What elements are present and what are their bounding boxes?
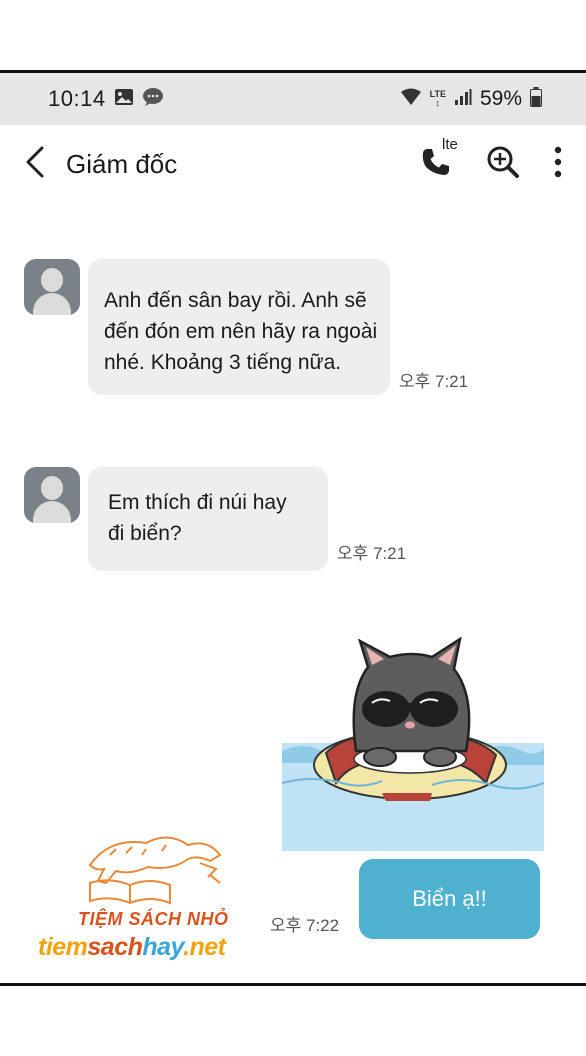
watermark-url-part: sach bbox=[87, 933, 143, 961]
signal-icon bbox=[454, 88, 472, 111]
header-actions: lte bbox=[420, 136, 562, 184]
message-bubble[interactable]: Anh đến sân bay rồi. Anh sẽ đến đón em n… bbox=[88, 259, 390, 395]
watermark: TIỆM SÁCH NHỎ tiemsachhay.net bbox=[30, 825, 250, 983]
message-timestamp: 오후 7:21 bbox=[399, 372, 469, 391]
incoming-message: Em thích đi núi hay đi biển? bbox=[24, 467, 328, 571]
message-timestamp: 오후 7:22 bbox=[270, 916, 340, 935]
status-right: LTE ↕ 59% bbox=[400, 86, 542, 112]
watermark-url: tiemsachhay.net bbox=[38, 933, 226, 962]
conversation-header: Giám đốc lte bbox=[0, 125, 586, 203]
phone-screen: 10:14 LTE ↕ 59% Giám đốc lte Anh đến sân… bbox=[0, 70, 586, 986]
contact-name[interactable]: Giám đốc bbox=[66, 149, 420, 180]
status-left: 10:14 bbox=[48, 86, 164, 112]
message-line: đi biển? bbox=[108, 522, 182, 545]
watermark-title: TIỆM SÁCH NHỎ bbox=[78, 909, 229, 929]
message-line: đến đón em nên hãy ra ngoài bbox=[104, 320, 378, 343]
incoming-message: Anh đến sân bay rồi. Anh sẽ đến đón em n… bbox=[24, 259, 390, 395]
message-text: Biển ạ!! bbox=[412, 886, 487, 911]
zoom-button[interactable] bbox=[486, 145, 520, 184]
call-lte-badge: lte bbox=[442, 135, 458, 153]
more-options-button[interactable] bbox=[554, 146, 562, 183]
wifi-icon bbox=[400, 88, 422, 111]
avatar[interactable] bbox=[24, 259, 80, 315]
message-line: nhé. Khoảng 3 tiếng nữa. bbox=[104, 351, 342, 374]
tiger-logo-icon bbox=[88, 836, 222, 905]
outgoing-message-bubble[interactable]: Biển ạ!! bbox=[359, 859, 540, 939]
call-button[interactable]: lte bbox=[420, 136, 458, 183]
status-bar: 10:14 LTE ↕ 59% bbox=[0, 73, 586, 125]
back-button[interactable] bbox=[20, 144, 50, 184]
battery-percent: 59% bbox=[479, 87, 522, 110]
status-time: 10:14 bbox=[48, 86, 106, 111]
more-vert-icon bbox=[554, 146, 562, 183]
lte-icon: LTE ↕ bbox=[429, 89, 446, 108]
message-line: Anh đến sân bay rồi. Anh sẽ bbox=[104, 289, 367, 312]
cat-sticker[interactable] bbox=[282, 633, 544, 853]
watermark-url-part: hay bbox=[142, 933, 184, 961]
gallery-icon bbox=[114, 88, 134, 111]
message-line: Em thích đi núi hay bbox=[108, 491, 287, 514]
back-arrow-icon bbox=[25, 146, 45, 183]
watermark-url-part: .net bbox=[183, 933, 226, 961]
message-timestamp: 오후 7:21 bbox=[337, 544, 407, 563]
battery-icon bbox=[530, 86, 542, 112]
network-label: LTE bbox=[429, 89, 446, 99]
chat-bubble-icon bbox=[142, 87, 164, 112]
watermark-url-part: tiem bbox=[38, 933, 88, 961]
cat-in-swim-ring-icon bbox=[282, 636, 544, 801]
avatar[interactable] bbox=[24, 467, 80, 523]
message-bubble[interactable]: Em thích đi núi hay đi biển? bbox=[88, 467, 328, 571]
zoom-in-icon bbox=[486, 145, 520, 184]
